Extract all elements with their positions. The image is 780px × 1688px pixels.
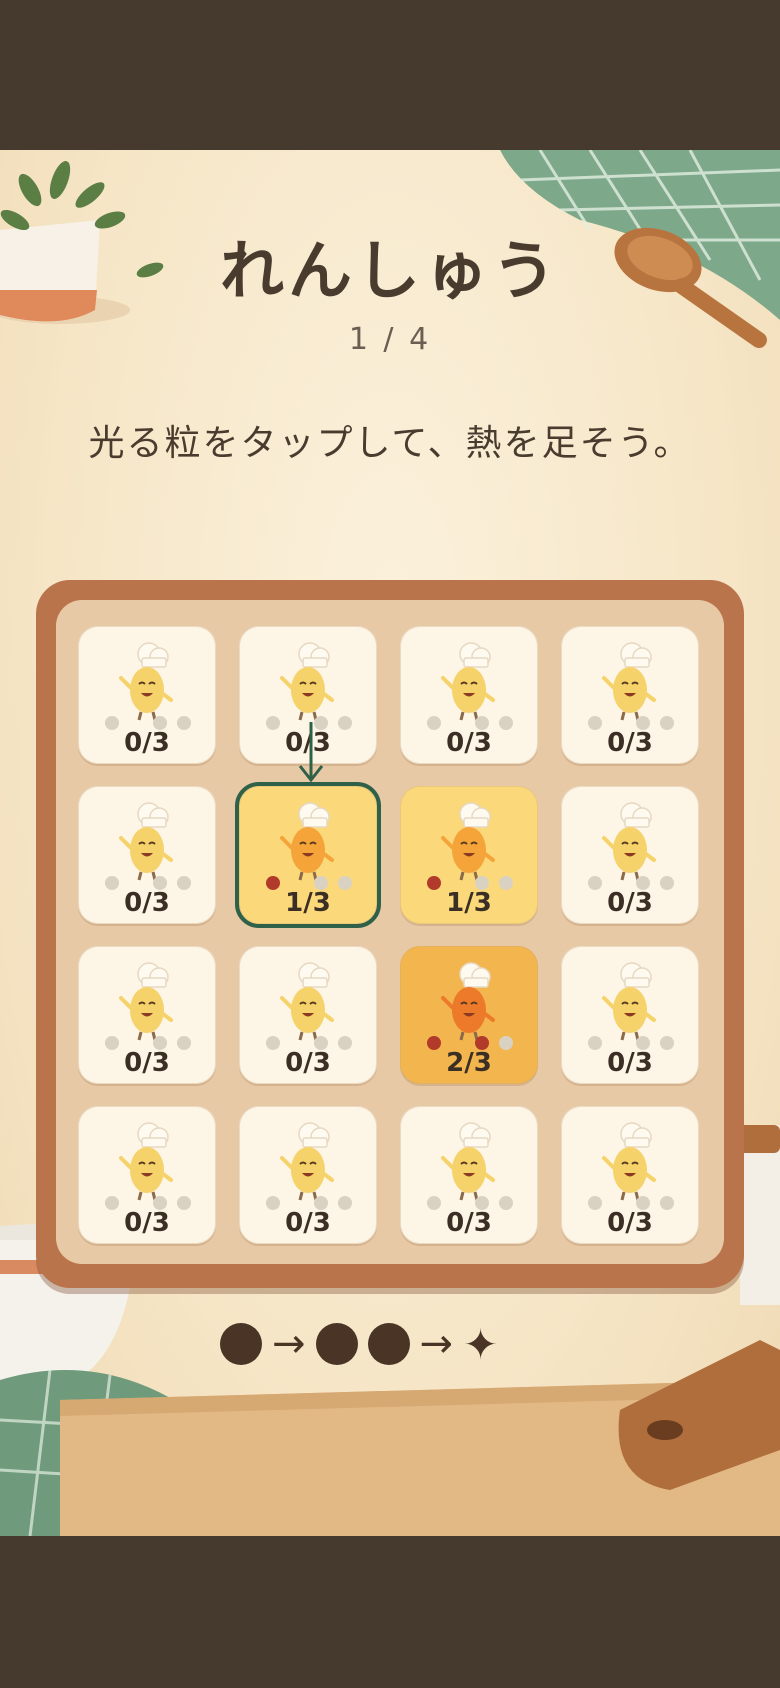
cutting-board-decoration bbox=[618, 1340, 780, 1490]
tile-count: 0/3 bbox=[446, 728, 492, 758]
stage-progress: 1 / 4 bbox=[348, 322, 432, 357]
grid-tile[interactable]: 0/3 bbox=[239, 946, 377, 1084]
page-title: れんしゅう bbox=[220, 235, 560, 309]
legend-arrow-icon: → bbox=[272, 1321, 306, 1367]
tile-count: 0/3 bbox=[124, 728, 170, 758]
tile-count: 0/3 bbox=[446, 1208, 492, 1238]
tile-count: 0/3 bbox=[285, 1048, 331, 1078]
grid-tile[interactable]: 0/3 bbox=[561, 626, 699, 764]
chef-grain-character-icon bbox=[119, 802, 173, 881]
grid-tile[interactable]: 0/3 bbox=[78, 1106, 216, 1244]
legend-dot-icon bbox=[367, 1323, 410, 1365]
tile-count: 1/3 bbox=[285, 888, 331, 918]
chef-grain-character-icon bbox=[602, 642, 656, 721]
chef-grain-character-icon bbox=[602, 962, 656, 1041]
grid-tile[interactable]: 2/3 bbox=[400, 946, 538, 1084]
tile-count: 2/3 bbox=[446, 1048, 492, 1078]
tile-count: 0/3 bbox=[607, 1048, 653, 1078]
tile-count: 1/3 bbox=[446, 888, 492, 918]
grid-tile[interactable]: 0/3 bbox=[400, 626, 538, 764]
legend-sparkle-icon: ✦ bbox=[463, 1319, 499, 1369]
chef-grain-character-icon bbox=[441, 962, 495, 1041]
grid-tile[interactable]: 0/3 bbox=[561, 1106, 699, 1244]
grid-tile[interactable]: 0/3 bbox=[239, 1106, 377, 1244]
game-board: 0/3 0/3 0/3 0/3 0/3 1/3 1/3 0/3 0/3 0/3 2/3 0/3 0/3 0… bbox=[36, 580, 744, 1288]
hint-arrow-icon bbox=[298, 722, 324, 783]
tile-count: 0/3 bbox=[124, 888, 170, 918]
instruction-text: 光る粒をタップして、熱を足そう。 bbox=[88, 423, 692, 464]
grid-tile[interactable]: 0/3 bbox=[78, 626, 216, 764]
game-screen: れんしゅう 1 / 4 光る粒をタップして、熱を足そう。 0/3 0/3 0/3 0/… bbox=[0, 150, 780, 1536]
chef-grain-character-icon bbox=[280, 642, 334, 721]
tile-count: 0/3 bbox=[607, 728, 653, 758]
tile-count: 0/3 bbox=[124, 1208, 170, 1238]
grid-tile[interactable]: 0/3 bbox=[78, 786, 216, 924]
grid-tile[interactable]: 1/3 bbox=[235, 782, 381, 928]
tile-count: 0/3 bbox=[607, 888, 653, 918]
legend-arrow-icon: → bbox=[419, 1321, 454, 1367]
chef-grain-character-icon bbox=[280, 962, 334, 1041]
tile-count: 0/3 bbox=[607, 1208, 653, 1238]
tile-count: 0/3 bbox=[124, 1048, 170, 1078]
chef-grain-character-icon bbox=[602, 1122, 656, 1201]
chef-grain-character-icon bbox=[280, 802, 334, 881]
chef-grain-character-icon bbox=[441, 802, 495, 881]
merge-legend: → → ✦ bbox=[220, 1316, 498, 1372]
grid-tile[interactable]: 0/3 bbox=[400, 1106, 538, 1244]
legend-dot-icon bbox=[315, 1323, 358, 1365]
chef-grain-character-icon bbox=[441, 1122, 495, 1201]
grid-tile[interactable]: 0/3 bbox=[78, 946, 216, 1084]
chef-grain-character-icon bbox=[280, 1122, 334, 1201]
grid-tile[interactable]: 0/3 bbox=[561, 946, 699, 1084]
chef-grain-character-icon bbox=[119, 962, 173, 1041]
legend-dot-icon bbox=[220, 1323, 262, 1365]
chef-grain-character-icon bbox=[602, 802, 656, 881]
chef-grain-character-icon bbox=[119, 1122, 173, 1201]
chef-grain-character-icon bbox=[119, 642, 173, 721]
grid-tile[interactable]: 0/3 bbox=[561, 786, 699, 924]
chef-grain-character-icon bbox=[441, 642, 495, 721]
tile-count: 0/3 bbox=[285, 1208, 331, 1238]
tile-tray: 0/3 0/3 0/3 0/3 0/3 1/3 1/3 0/3 0/3 0/3 2/3 0/3 0/3 0… bbox=[56, 600, 724, 1264]
grid-tile[interactable]: 1/3 bbox=[400, 786, 538, 924]
